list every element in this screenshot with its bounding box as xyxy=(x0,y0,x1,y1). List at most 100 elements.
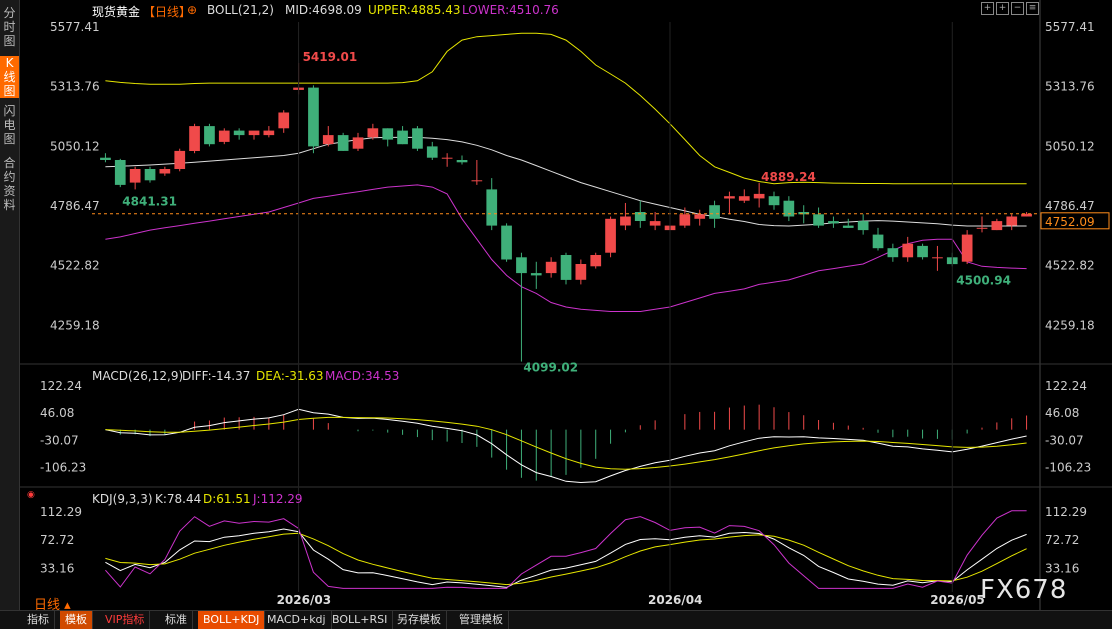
chart-svg: 5577.41 5577.41 5313.76 5313.76 5050.12 5050.… xyxy=(19,0,1112,610)
candle-body xyxy=(1006,216,1018,226)
price-axis-label-right: 5050.12 xyxy=(1045,139,1095,153)
candle-body xyxy=(308,87,319,147)
kdj-axis-label-right: 33.16 xyxy=(1045,561,1079,575)
crosshair-icon[interactable]: + xyxy=(981,2,994,15)
watermark: FX678 xyxy=(980,575,1068,605)
symbol-name: 现货黄金 xyxy=(92,5,141,19)
candle-body xyxy=(129,169,141,183)
tab-standard[interactable]: 标准 xyxy=(160,611,193,629)
tab-vip-indicator[interactable]: VIP指标 xyxy=(100,611,151,629)
chart-stage: 5577.41 5577.41 5313.76 5313.76 5050.12 5050.… xyxy=(0,0,1112,629)
candle-body xyxy=(545,261,557,274)
date-label: 2026/04 xyxy=(648,593,702,607)
add-indicator-icon[interactable]: ⊕ xyxy=(187,3,197,17)
candle-body xyxy=(114,160,126,185)
candle-body xyxy=(412,128,423,149)
price-axis-label-left: 4786.47 xyxy=(50,199,100,213)
settings-icon[interactable]: ≡ xyxy=(1026,2,1039,15)
macd-axis-label-left: 46.08 xyxy=(40,406,74,420)
candle-body xyxy=(278,112,290,129)
kdj-axis-label-right: 112.29 xyxy=(1045,505,1087,519)
tab-boll-kdj[interactable]: BOLL+KDJ xyxy=(198,611,266,629)
macd-diff: DIFF:-14.37 xyxy=(182,369,251,383)
kdj-j: J:112.29 xyxy=(253,492,303,506)
candle-body xyxy=(322,135,334,145)
candle-body xyxy=(352,137,364,149)
sidebar-tab-timeshare[interactable]: 分时图 xyxy=(0,6,19,48)
candle-body xyxy=(248,130,260,136)
tab-manage-template[interactable]: 管理模板 xyxy=(454,611,509,629)
boll-upper-line xyxy=(105,32,1027,185)
candle-body xyxy=(590,255,602,267)
sidebar-tab-kline[interactable]: K线图 xyxy=(0,56,19,98)
tab-boll-rsi[interactable]: BOLL+RSI xyxy=(327,611,394,629)
candle-body xyxy=(649,221,661,226)
macd-axis-label-right: 46.08 xyxy=(1045,406,1079,420)
price-axis-label-right: 5577.41 xyxy=(1045,20,1095,34)
price-axis-label-right: 4522.82 xyxy=(1045,259,1095,273)
macd-axis-label-right: -106.23 xyxy=(1045,461,1091,475)
candle-body xyxy=(575,264,587,280)
target-icon[interactable]: ◉ xyxy=(27,490,35,500)
tab-macd-kdj[interactable]: MACD+kdj xyxy=(262,611,332,629)
zoom-out-icon[interactable]: − xyxy=(1011,2,1024,15)
bottom-toolbar: 指标 模板 VIP指标 标准 BOLL+KDJ MACD+kdj BOLL+RS… xyxy=(0,610,1112,629)
sidebar: 分时图 K线图 闪电图 合约资料 xyxy=(0,0,20,610)
candle-body xyxy=(159,169,171,174)
candle-body xyxy=(991,221,1003,231)
period-selector[interactable]: 【日线】 xyxy=(143,3,191,20)
candle-body xyxy=(620,216,631,226)
candle-body xyxy=(709,205,720,219)
candle-body xyxy=(738,196,750,201)
kdj-axis-label-left: 112.29 xyxy=(40,505,82,519)
candle-body xyxy=(144,169,156,181)
date-label: 2026/05 xyxy=(930,593,984,607)
candle-body xyxy=(768,196,780,206)
candle-body xyxy=(724,196,735,199)
low-annotation-2: 4841.31 xyxy=(122,195,177,209)
boll-lower: LOWER:4510.76 xyxy=(462,3,559,17)
kdj-k: K:78.44 xyxy=(155,492,202,506)
macd-axis-label-left: 122.24 xyxy=(40,379,82,393)
macd-axis-label-right: -30.07 xyxy=(1045,433,1084,447)
zoom-in-icon[interactable]: + xyxy=(996,2,1009,15)
low-annotation: 4099.02 xyxy=(523,361,578,375)
macd-axis-label-left: -30.07 xyxy=(40,433,79,447)
candle-body xyxy=(932,257,943,259)
low-annotation-3: 4500.94 xyxy=(956,274,1011,288)
price-axis-label-left: 5577.41 xyxy=(50,20,100,34)
candle-body xyxy=(501,225,512,260)
candle-body xyxy=(441,157,453,159)
price-axis-label-right: 4259.18 xyxy=(1045,318,1095,332)
kdj-axis-label-right: 72.72 xyxy=(1045,533,1079,547)
candle-body xyxy=(828,221,839,224)
boll-mid: MID:4698.09 xyxy=(285,3,362,17)
tab-indicator[interactable]: 指标 xyxy=(22,611,55,629)
sidebar-tab-contract[interactable]: 合约资料 xyxy=(0,156,19,212)
high-annotation-2: 4889.24 xyxy=(761,170,816,184)
kdj-j-line xyxy=(105,510,1027,589)
candle-body xyxy=(426,146,438,158)
candle-body xyxy=(605,218,616,253)
candle-body xyxy=(516,257,527,274)
tab-save-template[interactable]: 另存模板 xyxy=(392,611,447,629)
candle-body xyxy=(917,245,928,258)
sidebar-tab-flash[interactable]: 闪电图 xyxy=(0,104,19,146)
macd-axis-label-right: 122.24 xyxy=(1045,379,1087,393)
macd-dea: DEA:-31.63 xyxy=(256,369,324,383)
candle-body xyxy=(694,214,706,219)
kdj-d: D:61.51 xyxy=(203,492,251,506)
candle-body xyxy=(218,130,230,142)
candle-body xyxy=(872,234,884,249)
kdj-axis-label-left: 72.72 xyxy=(40,533,74,547)
candle-body xyxy=(456,160,468,163)
tab-template[interactable]: 模板 xyxy=(60,611,93,629)
price-axis-label-right: 5313.76 xyxy=(1045,80,1095,94)
candle-body xyxy=(471,180,483,182)
candle-body xyxy=(233,130,245,136)
price-axis-label-left: 4259.18 xyxy=(50,318,100,332)
high-annotation: 5419.01 xyxy=(303,50,358,64)
kdj-axis-label-left: 33.16 xyxy=(40,561,74,575)
candle-body xyxy=(961,234,973,262)
price-axis-label-left: 4522.82 xyxy=(50,259,100,273)
